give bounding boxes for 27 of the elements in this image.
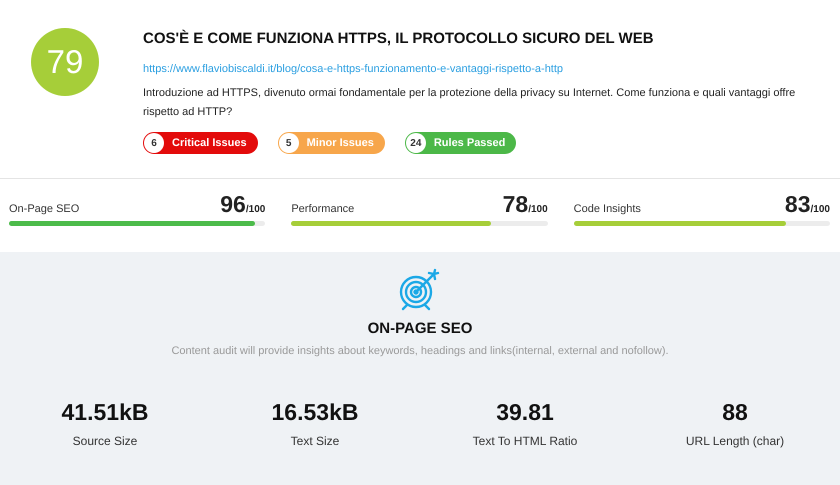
page-title: COS'È E COME FUNZIONA HTTPS, IL PROTOCOLLO SICURO DEL WEB <box>143 30 655 47</box>
target-icon <box>398 268 442 312</box>
issue-count: 6 <box>144 133 164 153</box>
issue-count: 24 <box>406 133 426 153</box>
stat-value: 39.81 <box>496 399 554 426</box>
stat-value: 16.53kB <box>272 399 358 426</box>
score-value: 83/100 <box>784 191 830 218</box>
section-description: Content audit will provide insights about keywords, headings and links(internal, external and nofollow). <box>171 345 669 357</box>
stat-label: Text To HTML Ratio <box>472 434 578 448</box>
issue-label: Rules Passed <box>434 137 506 149</box>
score-value: 78/100 <box>502 191 548 218</box>
section-title: ON-PAGE SEO <box>368 320 472 337</box>
stat-label: Source Size <box>72 434 138 448</box>
page-url-link[interactable]: https://www.flaviobiscaldi.it/blog/cosa-e-https-funzionamento-e-vantaggi-rispetto-a-http <box>143 63 564 75</box>
issue-label: Minor Issues <box>306 137 374 149</box>
stat-value: 88 <box>722 399 748 426</box>
score-name: Code Insights <box>574 203 641 215</box>
page-description: Introduzione ad HTTPS, divenuto ormai fondamentale per la protezione della privacy su Internet. Come funziona e quali vantaggi offre rispetto ad HTTP? <box>143 86 796 120</box>
score-value: 96/100 <box>220 191 266 218</box>
stat-value: 41.51kB <box>62 399 148 426</box>
issue-count: 5 <box>278 133 299 153</box>
score-name: On-Page SEO <box>9 203 80 215</box>
score-circle: 79 <box>31 28 99 96</box>
stat-label: Text Size <box>290 434 340 448</box>
stat-label: URL Length (char) <box>686 434 784 448</box>
issue-label: Critical Issues <box>172 137 247 149</box>
score-name: Performance <box>291 203 354 215</box>
